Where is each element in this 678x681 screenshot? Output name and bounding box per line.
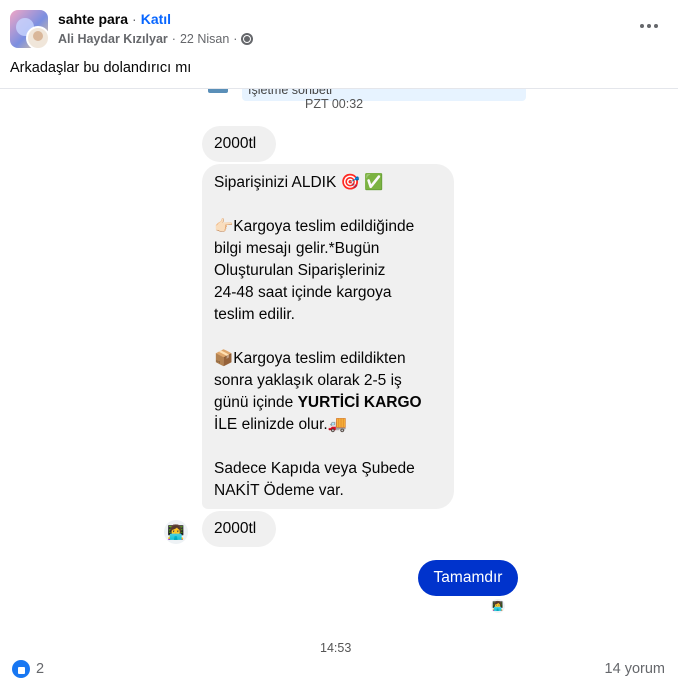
business-chat-label: İşletme sohbeti <box>248 88 333 97</box>
message-text: günü içinde <box>214 394 298 411</box>
separator: · <box>233 32 238 46</box>
post-meta: Ali Haydar Kızılyar · 22 Nisan · <box>58 32 254 46</box>
reply-bubble: Tamamdır <box>418 560 518 596</box>
post-header: sahte para · Katıl Ali Haydar Kızılyar · 2… <box>0 0 678 56</box>
sender-avatar: 👩‍💻 <box>164 520 188 544</box>
message-line: NAKİT Ödeme var. <box>214 482 344 499</box>
message-line: Sadece Kapıda veya Şubede <box>214 460 415 477</box>
author-name[interactable]: Ali Haydar Kızılyar <box>58 32 168 46</box>
message-bubble-order-info: Siparişinizi ALDIK 🎯 ✅ 👉🏻Kargoya teslim … <box>202 164 454 509</box>
message-line: İLE elinizde olur.🚚 <box>214 416 348 433</box>
message-line: 📦Kargoya teslim edildikten <box>214 350 406 367</box>
post-date[interactable]: 22 Nisan <box>180 32 229 46</box>
like-reaction-icon[interactable] <box>12 660 30 678</box>
message-line: Oluşturulan Siparişleriniz <box>214 262 386 279</box>
separator: · <box>171 32 176 46</box>
message-line: bilgi mesajı gelir.*Bugün <box>214 240 380 257</box>
message-line: teslim edilir. <box>214 306 295 323</box>
reaction-count[interactable]: 2 <box>36 661 44 677</box>
message-bubble-amount: 2000tl <box>202 126 276 162</box>
group-name[interactable]: sahte para <box>58 11 128 27</box>
post-footer: 2 14 yorum <box>0 658 678 681</box>
message-bubble-amount-repeat: 2000tl <box>202 511 276 547</box>
message-line: günü içinde YURTİCİ KARGO <box>214 392 442 414</box>
message-line: 👉🏻Kargoya teslim edildiğinde <box>214 218 415 235</box>
chat-date-label: PZT 00:32 <box>305 97 364 111</box>
globe-icon <box>241 33 254 45</box>
cargo-company: YURTİCİ KARGO <box>297 394 422 411</box>
post-title-line: sahte para · Katıl <box>58 11 171 27</box>
chat-screenshot[interactable]: İşletme sohbeti PZT 00:32 2000tl Sipariş… <box>0 88 678 659</box>
message-line: Siparişinizi ALDIK 🎯 ✅ <box>214 174 384 191</box>
post-caption: Arkadaşlar bu dolandırıcı mı <box>10 60 192 76</box>
message-line: 24-48 saat içinde kargoya <box>214 284 392 301</box>
comments-count[interactable]: 14 yorum <box>605 661 665 677</box>
message-timestamp: 14:53 <box>320 641 352 655</box>
join-button[interactable]: Katıl <box>141 11 171 27</box>
more-options-icon[interactable] <box>634 14 664 38</box>
business-card-icon <box>208 89 228 93</box>
author-avatar[interactable] <box>26 26 50 50</box>
message-line: sonra yaklaşık olarak 2-5 iş <box>214 372 402 389</box>
seen-indicator-avatar: 👩‍💻 <box>491 599 505 613</box>
separator: · <box>132 11 137 27</box>
